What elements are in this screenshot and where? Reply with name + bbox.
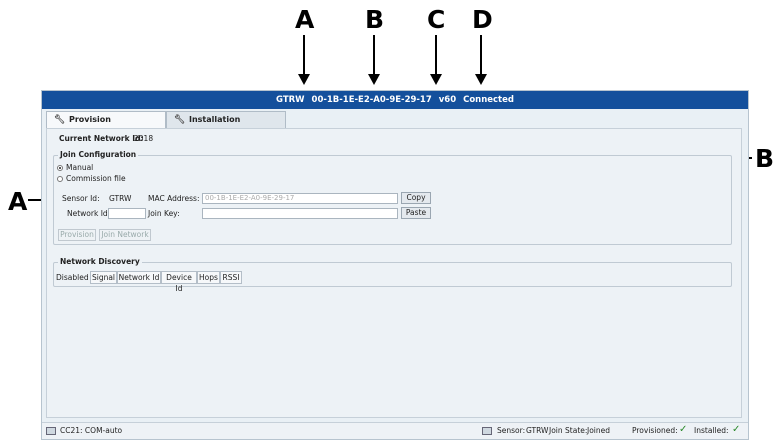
provisioned-label: Provisioned: [632, 426, 678, 435]
tab-installation-label: Installation [189, 115, 241, 124]
callout-c-top: C [427, 5, 446, 34]
callout-d-arrow [475, 74, 487, 85]
callout-b-arrow [368, 74, 380, 85]
join-configuration-legend: Join Configuration [58, 150, 139, 159]
sensor-status-label: Sensor: [497, 426, 526, 435]
mac-address-label: MAC Address: [148, 194, 200, 203]
network-discovery-group: Network Discovery Disabled Signal Networ… [53, 257, 732, 293]
callout-a-arrow [298, 74, 310, 85]
column-header-hops[interactable]: Hops [197, 271, 220, 284]
monitor-icon [46, 427, 56, 435]
callout-b-top: B [365, 5, 385, 34]
network-id-field[interactable] [108, 208, 146, 219]
checkmark-icon: ✓ [679, 424, 688, 435]
sensor-status-value: GTRW [526, 426, 549, 435]
sensor-id-label: Sensor Id: [62, 194, 100, 203]
wrench-icon: 🔧︎ [54, 115, 66, 125]
callout-a-side: A [8, 187, 28, 216]
title-status: Connected [463, 95, 514, 105]
join-network-button[interactable]: Join Network [99, 229, 151, 241]
network-discovery-legend: Network Discovery [58, 257, 142, 266]
current-network-value: 2018 [134, 134, 154, 143]
copy-button[interactable]: Copy [401, 192, 431, 204]
current-network-label: Current Network Id: [59, 134, 144, 143]
monitor-icon [482, 427, 492, 435]
callout-c-line [435, 35, 437, 75]
column-header-network-id[interactable]: Network Id [117, 271, 161, 284]
provision-panel: Current Network Id: 2018 Join Configurat… [46, 128, 742, 418]
callout-c-arrow [430, 74, 442, 85]
manual-label: Manual [66, 163, 94, 172]
provision-button[interactable]: Provision [58, 229, 96, 241]
network-id-label: Network Id: [67, 209, 111, 218]
mac-address-field[interactable]: 00-1B-1E-E2-A0-9E-29-17 [202, 193, 398, 204]
join-key-field[interactable] [202, 208, 398, 219]
manual-radio[interactable] [57, 165, 63, 171]
join-state-value: Joined [587, 426, 611, 435]
join-key-label: Join Key: [148, 209, 180, 218]
title-version: v60 [438, 95, 457, 105]
callout-d-line [480, 35, 482, 75]
callout-b-line [373, 35, 375, 75]
port-status: CC21: COM-auto [60, 426, 123, 435]
join-configuration-group: Join Configuration Manual Commission fil… [53, 150, 732, 245]
checkmark-icon: ✓ [732, 424, 741, 435]
commission-file-radio[interactable] [57, 176, 63, 182]
column-header-device-id[interactable]: Device Id [161, 271, 197, 293]
join-state-label: Join State: [549, 426, 588, 435]
wrench-icon: 🔧︎ [174, 115, 186, 125]
title-bar: GTRW 00-1B-1E-E2-A0-9E-29-17 v60 Connect… [42, 91, 748, 109]
app-window: GTRW 00-1B-1E-E2-A0-9E-29-17 v60 Connect… [41, 90, 749, 440]
callout-b-side: B [755, 144, 775, 173]
commission-file-label: Commission file [66, 174, 126, 183]
status-bar: CC21: COM-auto Sensor: GTRW Join State: … [42, 422, 748, 439]
tab-installation[interactable]: 🔧︎ Installation [166, 111, 286, 129]
callout-a-top: A [295, 5, 315, 34]
title-sensor: GTRW [276, 95, 305, 105]
tab-provision-label: Provision [69, 115, 111, 124]
title-mac: 00-1B-1E-E2-A0-9E-29-17 [311, 95, 432, 105]
callout-a-line [303, 35, 305, 75]
column-header-rssi[interactable]: RSSI [220, 271, 242, 284]
callout-d-top: D [472, 5, 493, 34]
installed-label: Installed: [694, 426, 729, 435]
sensor-id-value: GTRW [109, 194, 132, 203]
column-header-signal[interactable]: Signal [90, 271, 117, 284]
discovery-state: Disabled [56, 273, 89, 282]
tab-provision[interactable]: 🔧︎ Provision [46, 111, 166, 129]
paste-button[interactable]: Paste [401, 207, 431, 219]
